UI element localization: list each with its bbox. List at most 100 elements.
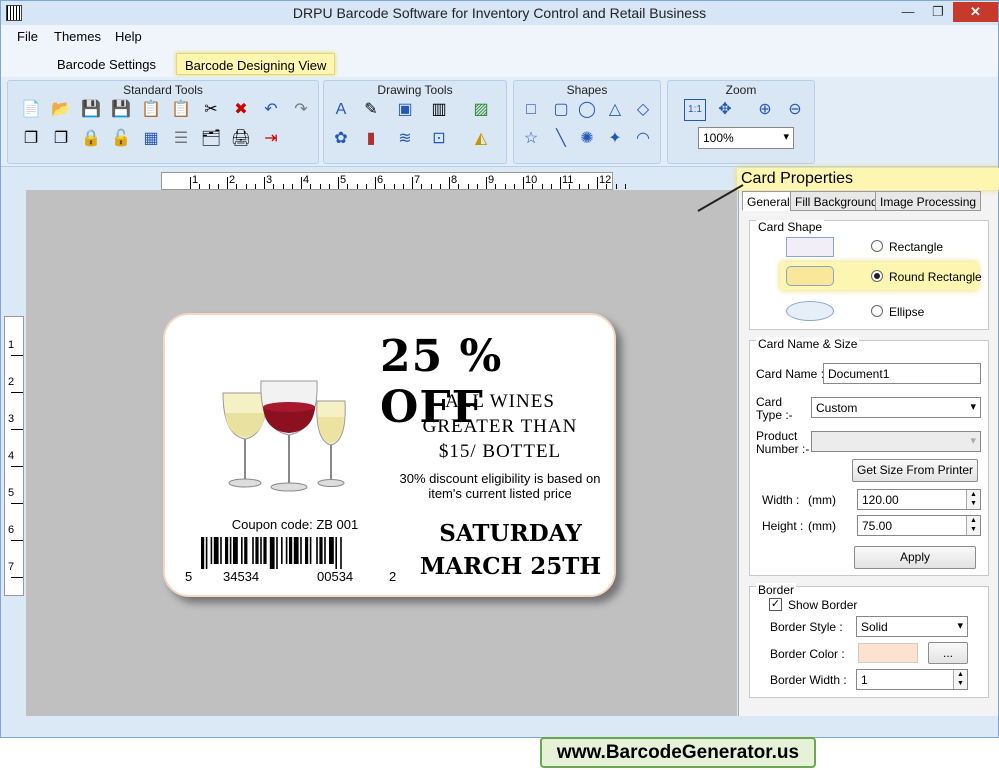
tab-barcode-settings[interactable]: Barcode Settings [49,53,164,75]
menu-help[interactable]: Help [115,29,142,44]
wine-glasses-image[interactable] [215,373,355,493]
zoom-value: 100% [703,131,734,145]
width-input[interactable]: 120.00 ▲ ▼ [857,489,981,510]
fit-to-window-icon[interactable]: ✥ [714,99,736,121]
picture-icon[interactable]: ▣ [394,99,416,121]
lock-icon[interactable]: 🔒 [80,128,102,150]
border-color-picker-button[interactable]: ... [928,642,968,664]
card-name-input[interactable]: Document1 [823,363,981,384]
arc-icon[interactable]: ◠ [632,128,654,150]
cut-icon[interactable]: ✂ [200,99,222,121]
close-button[interactable]: ✕ [953,2,998,22]
barcode-bar [225,537,229,564]
width-spinner[interactable]: ▲ ▼ [966,490,980,509]
border-width-input[interactable]: 1 ▲ ▼ [856,669,968,690]
save-icon[interactable]: 💾 [80,99,102,121]
rectangle-icon[interactable]: □ [520,99,542,121]
shapes-title: Shapes [566,83,608,97]
border-width-label: Border Width : [770,673,847,687]
print-icon[interactable]: 🖨 [230,128,252,150]
symbol-icon[interactable]: ✿ [330,128,352,150]
database-icon[interactable]: ☰ [170,128,192,150]
offer-date[interactable]: MARCH 25TH [419,553,602,580]
star4-icon[interactable]: ✦ [604,128,626,150]
zoom-select[interactable]: 100% ▾ [698,127,794,149]
grid-icon[interactable]: ▦ [140,128,162,150]
height-value: 75.00 [862,519,893,533]
border-width-spinner[interactable]: ▲ ▼ [953,670,967,689]
tab-image-processing[interactable]: Image Processing [875,191,982,211]
redo-icon[interactable]: ↷ [290,99,312,121]
coupon-code[interactable]: Coupon code: ZB 001 [195,517,395,532]
send-back-icon[interactable]: ❐ [50,128,72,150]
ruler-tick [11,429,23,430]
offer-line-1[interactable]: ALL WINES [405,391,595,413]
line-icon[interactable]: ╲ [550,128,572,150]
height-input[interactable]: 75.00 ▲ ▼ [857,515,981,536]
ruler-h-label: 12 [599,174,612,186]
ruler-minor-tick [393,184,395,189]
open-icon[interactable]: 📂 [50,99,72,121]
menu-file[interactable]: File [17,29,38,44]
watermark-icon[interactable]: ≋ [394,128,416,150]
new-icon[interactable]: 📄 [20,99,42,121]
books-icon[interactable]: ▮ [360,128,382,150]
apply-button[interactable]: Apply [854,546,976,569]
ruler-tick [486,177,487,189]
card-type-select[interactable]: Custom ▾ [811,397,981,418]
diamond-icon[interactable]: ◇ [632,99,654,121]
show-border-checkbox[interactable]: ✓ [769,598,782,611]
ellipse-icon[interactable]: ◯ [576,99,598,121]
tab-general[interactable]: General [742,191,795,211]
website-banner[interactable]: www.BarcodeGenerator.us [540,737,816,768]
triangle-icon[interactable]: △ [604,99,626,121]
paste-icon[interactable]: 📋 [170,99,192,121]
offer-line-3[interactable]: $15/ BOTTEL [405,441,595,463]
get-size-from-printer-button[interactable]: Get Size From Printer [852,459,978,482]
maximize-button[interactable]: ❐ [923,2,953,22]
minimize-button[interactable]: — [893,2,923,22]
undo-icon[interactable]: ↶ [260,99,282,121]
menu-themes[interactable]: Themes [54,29,101,44]
barcode-bar [340,537,342,569]
export-icon[interactable]: ⇥ [260,128,282,150]
bring-front-icon[interactable]: ❐ [20,128,42,150]
ruler-minor-tick [347,184,349,189]
barcode-bar [233,537,238,564]
offer-description[interactable]: 30% discount eligibility is based on ite… [385,471,615,501]
zoom-in-icon[interactable]: ⊕ [754,99,776,121]
ruler-minor-tick [467,184,469,189]
chevron-down-icon: ▾ [970,401,976,413]
round-rectangle-radio[interactable] [871,270,883,282]
image-library-icon[interactable]: ▨ [470,99,492,121]
save-as-icon[interactable]: 💾 [110,99,132,121]
align-icon[interactable]: ⊡ [428,128,450,150]
round-rectangle-icon[interactable]: ▢ [550,99,572,121]
copy-icon[interactable]: 📋 [140,99,162,121]
tab-barcode-designing-view[interactable]: Barcode Designing View [176,53,336,75]
burst-icon[interactable]: ✺ [576,128,598,150]
pencil-icon[interactable]: ✎ [360,99,382,121]
text-icon[interactable]: A [330,99,352,121]
ellipse-radio[interactable] [871,305,883,317]
actual-size-icon[interactable]: 1:1 [684,99,706,121]
fill-icon[interactable]: ◭ [470,128,492,150]
height-spinner[interactable]: ▲ ▼ [966,516,980,535]
product-number-select[interactable]: ▾ [811,431,981,452]
coupon-card[interactable]: 25 % OFF ALL WINES GREATER THAN $15/ BOT… [163,313,616,597]
star-icon[interactable]: ☆ [520,128,542,150]
border-style-select[interactable]: Solid ▾ [856,616,968,637]
tab-fill-background[interactable]: Fill Background [790,191,883,211]
barcode-graphic[interactable] [195,537,395,569]
batch-icon[interactable]: 🗂 [200,128,222,150]
show-border-label: Show Border [788,598,858,612]
zoom-out-icon[interactable]: ⊖ [784,99,806,121]
delete-icon[interactable]: ✖ [230,99,252,121]
card-name-size-group: Card Name & Size Card Name : Document1 C… [749,337,989,576]
unlock-icon[interactable]: 🔓 [110,128,132,150]
border-color-swatch[interactable] [858,643,918,663]
barcode-icon[interactable]: ▥ [428,99,450,121]
offer-day[interactable]: SATURDAY [423,520,598,547]
offer-line-2[interactable]: GREATER THAN [405,416,595,438]
rectangle-radio[interactable] [871,240,883,252]
